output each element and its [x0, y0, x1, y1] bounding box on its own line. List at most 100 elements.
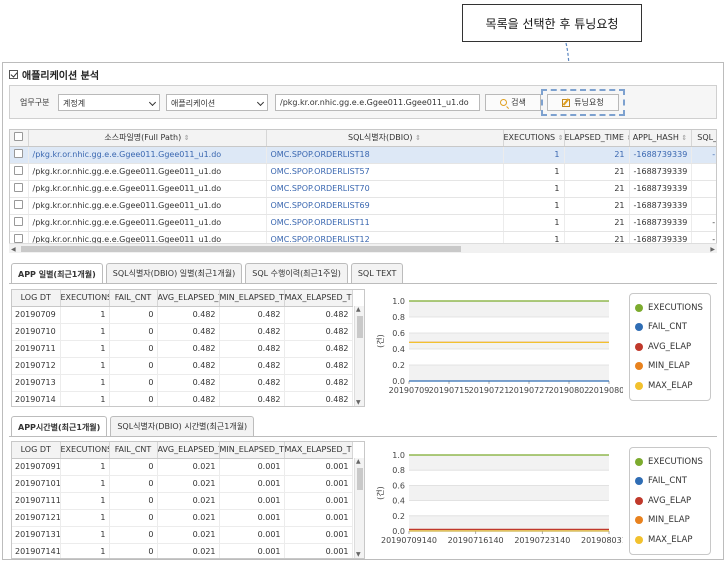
- chart-band: [409, 365, 609, 381]
- column-header[interactable]: MAX_ELAPSED_TI: [284, 442, 353, 459]
- vertical-scrollbar[interactable]: ▲ ▼: [354, 458, 364, 558]
- chart-legend: EXECUTIONS FAIL_CNT AVG_ELAP MIN_ELAP MAX_EL…: [629, 293, 711, 401]
- vertical-scrollbar[interactable]: ▲ ▼: [354, 306, 364, 406]
- table-cell: 1: [60, 306, 110, 324]
- legend-item[interactable]: MAX_ELAP: [635, 530, 705, 550]
- application-analysis-panel: 애플리케이션 분석 업무구분 계정계 애플리케이션 /pkg.kr.or.nhi…: [2, 62, 724, 560]
- column-header[interactable]: MIN_ELAPSED_TIM: [219, 290, 285, 307]
- table-row[interactable]: /pkg.kr.or.nhic.gg.e.e.Ggee011.Ggee011_u…: [10, 180, 716, 198]
- select-all-checkbox[interactable]: [10, 130, 29, 147]
- legend-item[interactable]: FAIL_CNT: [635, 318, 705, 338]
- column-header[interactable]: MAX_ELAPSED_TI: [284, 290, 353, 307]
- tab-tabs1-1[interactable]: SQL식별자(DBIO) 일별(최근1개월): [105, 263, 243, 283]
- table-row[interactable]: 201907121 1 0 0.021 0.001 0.001: [12, 509, 353, 527]
- legend-label: MAX_ELAP: [648, 534, 693, 545]
- column-header[interactable]: LOG DT: [12, 290, 61, 307]
- scroll-down-icon[interactable]: ▼: [356, 399, 361, 406]
- table-row[interactable]: 201907141 1 0 0.021 0.001 0.001: [12, 543, 353, 558]
- column-header[interactable]: AVG_ELAPSED_TIM: [157, 442, 220, 459]
- path-input[interactable]: /pkg.kr.or.nhic.gg.e.e.Ggee011.Ggee011_u…: [275, 94, 480, 111]
- horizontal-scrollbar[interactable]: ◀ ▶: [9, 243, 717, 253]
- legend-item[interactable]: FAIL_CNT: [635, 472, 705, 492]
- business-type-select[interactable]: 계정계: [58, 94, 160, 111]
- row-checkbox[interactable]: [10, 197, 29, 215]
- row-checkbox[interactable]: [10, 146, 29, 164]
- legend-dot-icon: [635, 535, 643, 544]
- table-row[interactable]: 201907091 1 0 0.021 0.001 0.001: [12, 458, 353, 476]
- table-row[interactable]: 20190710 1 0 0.482 0.482 0.482: [12, 323, 353, 341]
- y-tick-label: 0.6: [392, 329, 405, 338]
- table-row[interactable]: /pkg.kr.or.nhic.gg.e.e.Ggee011.Ggee011_u…: [10, 163, 716, 181]
- tab-tabs1-2[interactable]: SQL 수행이력(최근1주일): [245, 263, 348, 283]
- scroll-down-icon[interactable]: ▼: [356, 551, 361, 558]
- legend-item[interactable]: AVG_ELAP: [635, 337, 705, 357]
- tab-tabs1-0[interactable]: APP 일별(최근1개월): [11, 263, 103, 284]
- table-row[interactable]: /pkg.kr.or.nhic.gg.e.e.Ggee011.Ggee011_u…: [10, 214, 716, 232]
- legend-item[interactable]: MIN_ELAP: [635, 511, 705, 531]
- scroll-thumb[interactable]: [357, 468, 363, 490]
- target-type-select[interactable]: 애플리케이션: [166, 94, 268, 111]
- table-row[interactable]: 20190714 1 0 0.482 0.482 0.482: [12, 391, 353, 406]
- tab-tabs1-3[interactable]: SQL TEXT: [350, 263, 404, 283]
- legend-item[interactable]: AVG_ELAP: [635, 491, 705, 511]
- table-cell: OMC.SPOP.ORDERLIST70: [266, 180, 504, 198]
- table-cell: 0.001: [219, 543, 285, 558]
- column-header[interactable]: APPL_HASH ⇕: [629, 130, 692, 147]
- tab-tabs2-0[interactable]: APP시간별(최근1개월): [11, 416, 108, 437]
- column-header[interactable]: FAIL_CNT: [109, 290, 158, 307]
- tab-tabs2-1[interactable]: SQL식별자(DBIO) 시간별(최근1개월): [110, 416, 255, 436]
- y-tick-label: 0.6: [392, 481, 405, 490]
- row-checkbox[interactable]: [10, 214, 29, 232]
- search-button[interactable]: 검색: [485, 94, 541, 111]
- scroll-thumb[interactable]: [21, 246, 461, 252]
- column-header[interactable]: SQL식별자(DBIO) ⇕: [266, 130, 504, 147]
- table-row[interactable]: 20190711 1 0 0.482 0.482 0.482: [12, 340, 353, 358]
- tab-divider: [9, 283, 717, 284]
- row-checkbox[interactable]: [10, 180, 29, 198]
- table-row[interactable]: 20190709 1 0 0.482 0.482 0.482: [12, 306, 353, 324]
- column-header[interactable]: EXECUTIONS: [60, 442, 110, 459]
- column-header[interactable]: LOG DT: [12, 442, 61, 459]
- table-cell: /pkg.kr.or.nhic.gg.e.e.Ggee011.Ggee011_u…: [28, 197, 267, 215]
- legend-label: AVG_ELAP: [648, 495, 692, 506]
- table-cell: 1: [503, 163, 565, 181]
- column-header[interactable]: AVG_ELAPSED_TIM: [157, 290, 220, 307]
- column-header[interactable]: MIN_ELAPSED_TIM: [219, 442, 285, 459]
- table-row[interactable]: 201907111 1 0 0.021 0.001 0.001: [12, 492, 353, 510]
- chart-band: [409, 515, 609, 531]
- scroll-right-icon[interactable]: ▶: [710, 246, 715, 253]
- legend-item[interactable]: EXECUTIONS: [635, 298, 705, 318]
- table-cell: 0: [109, 509, 158, 527]
- table-cell: 0.482: [219, 323, 285, 341]
- y-tick-label: 1.0: [392, 297, 405, 306]
- column-header[interactable]: EXECUTIONS: [60, 290, 110, 307]
- column-header[interactable]: FAIL_CNT: [109, 442, 158, 459]
- scroll-up-icon[interactable]: ▲: [356, 458, 361, 465]
- scroll-up-icon[interactable]: ▲: [356, 306, 361, 313]
- scroll-left-icon[interactable]: ◀: [11, 246, 16, 253]
- legend-item[interactable]: EXECUTIONS: [635, 452, 705, 472]
- table-row[interactable]: 201907101 1 0 0.021 0.001 0.001: [12, 475, 353, 493]
- tune-request-button[interactable]: 튜닝요청: [547, 94, 619, 111]
- table-row[interactable]: 20190712 1 0 0.482 0.482 0.482: [12, 357, 353, 375]
- table-row[interactable]: /pkg.kr.or.nhic.gg.e.e.Ggee011.Ggee011_u…: [10, 146, 716, 164]
- legend-dot-icon: [635, 516, 643, 525]
- scroll-thumb[interactable]: [357, 316, 363, 338]
- table-cell: 20190710: [12, 323, 61, 341]
- legend-item[interactable]: MAX_ELAP: [635, 376, 705, 396]
- column-header[interactable]: ELAPSED_TIME ⇕: [564, 130, 630, 147]
- table-row[interactable]: 201907131 1 0 0.021 0.001 0.001: [12, 526, 353, 544]
- column-header[interactable]: EXECUTIONS ⇕: [503, 130, 565, 147]
- row-checkbox[interactable]: [10, 163, 29, 181]
- x-tick-label: 20190802: [549, 386, 590, 395]
- legend-item[interactable]: MIN_ELAP: [635, 357, 705, 377]
- business-type-value: 계정계: [63, 99, 86, 108]
- table-cell: -1688739339: [629, 180, 692, 198]
- table-row[interactable]: 20190713 1 0 0.482 0.482 0.482: [12, 374, 353, 392]
- column-header[interactable]: SQL_HAS: [691, 130, 716, 147]
- table-cell: 0: [109, 526, 158, 544]
- column-header[interactable]: 소스파일명(Full Path) ⇕: [28, 130, 267, 147]
- table-cell: 0.021: [157, 475, 220, 493]
- table-row[interactable]: /pkg.kr.or.nhic.gg.e.e.Ggee011.Ggee011_u…: [10, 197, 716, 215]
- hourly-line-chart: 0.0 0.2 0.4 0.6 0.8 1.0 (건) 20190709140 20190716…: [375, 451, 623, 545]
